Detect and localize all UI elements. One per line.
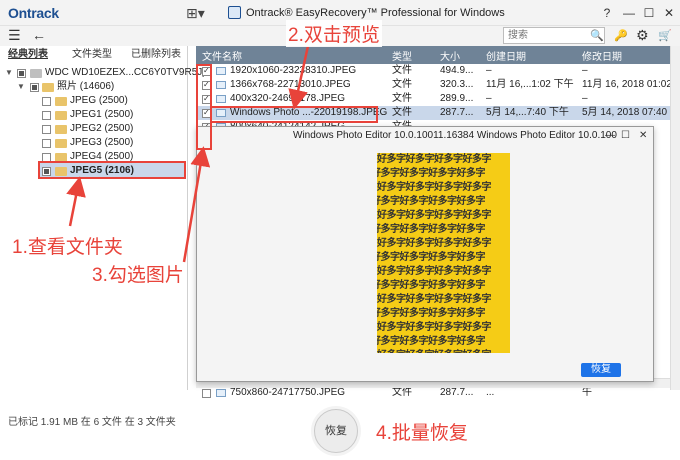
annotation-step3: 3.勾选图片 bbox=[92, 265, 184, 286]
annotation-step4: 4.批量恢复 bbox=[376, 423, 468, 444]
arrow-step1 bbox=[66, 176, 86, 227]
annotation-arrows bbox=[66, 45, 310, 263]
annotation-step1: 1.查看文件夹 bbox=[12, 237, 123, 258]
annotation-step2: 2.双击预览 bbox=[286, 20, 382, 47]
arrow-step3 bbox=[182, 146, 211, 263]
arrow-step2 bbox=[288, 45, 310, 110]
